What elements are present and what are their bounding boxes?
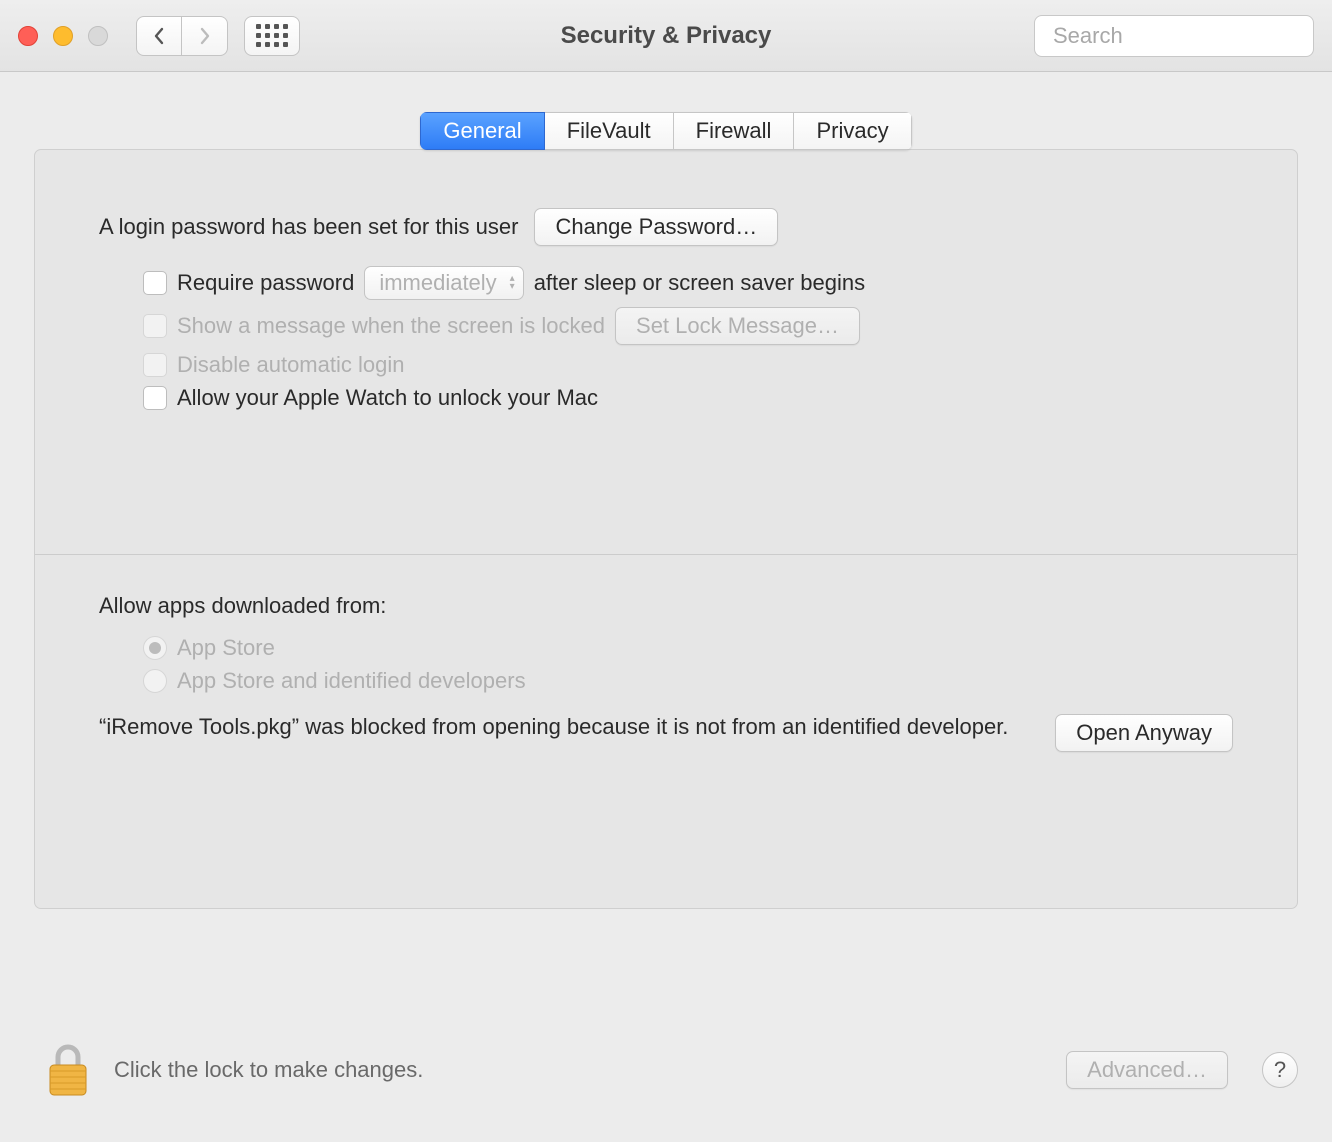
advanced-button: Advanced…	[1066, 1051, 1228, 1089]
open-anyway-button[interactable]: Open Anyway	[1055, 714, 1233, 752]
titlebar: Security & Privacy	[0, 0, 1332, 72]
general-panel: A login password has been set for this u…	[34, 149, 1298, 909]
show-all-button[interactable]	[244, 16, 300, 56]
search-field[interactable]	[1034, 15, 1314, 57]
chevron-right-icon	[198, 27, 212, 45]
radio-app-store	[143, 636, 167, 660]
traffic-lights	[18, 26, 108, 46]
close-window-button[interactable]	[18, 26, 38, 46]
minimize-window-button[interactable]	[53, 26, 73, 46]
require-password-delay-value: immediately	[379, 270, 496, 295]
tab-bar: General FileVault Firewall Privacy	[34, 112, 1298, 150]
lock-hint-text: Click the lock to make changes.	[114, 1057, 1044, 1083]
help-button[interactable]: ?	[1262, 1052, 1298, 1088]
updown-chevron-icon: ▴▾	[510, 275, 515, 291]
disable-auto-login-checkbox	[143, 353, 167, 377]
require-password-delay-popup[interactable]: immediately ▴▾	[364, 266, 523, 300]
set-lock-message-button: Set Lock Message…	[615, 307, 860, 345]
blocked-app-message: “iRemove Tools.pkg” was blocked from ope…	[99, 712, 1035, 742]
require-password-label: Require password	[177, 270, 354, 296]
tab-firewall[interactable]: Firewall	[674, 112, 795, 150]
chevron-left-icon	[152, 27, 166, 45]
zoom-window-button[interactable]	[88, 26, 108, 46]
require-password-checkbox[interactable]	[143, 271, 167, 295]
radio-identified-developers	[143, 669, 167, 693]
tab-filevault[interactable]: FileVault	[545, 112, 674, 150]
allow-apps-heading: Allow apps downloaded from:	[99, 593, 1233, 619]
radio-identified-developers-label: App Store and identified developers	[177, 668, 526, 694]
search-input[interactable]	[1053, 23, 1332, 49]
tab-privacy[interactable]: Privacy	[794, 112, 911, 150]
apple-watch-unlock-label: Allow your Apple Watch to unlock your Ma…	[177, 385, 598, 411]
nav-buttons	[136, 16, 228, 56]
lock-icon[interactable]	[44, 1041, 92, 1099]
require-password-suffix: after sleep or screen saver begins	[534, 270, 865, 296]
forward-button[interactable]	[182, 16, 228, 56]
grid-icon	[256, 24, 288, 47]
login-password-set-label: A login password has been set for this u…	[99, 214, 518, 240]
show-lock-message-label: Show a message when the screen is locked	[177, 313, 605, 339]
change-password-button[interactable]: Change Password…	[534, 208, 778, 246]
tab-general[interactable]: General	[420, 112, 544, 150]
footer: Click the lock to make changes. Advanced…	[0, 1022, 1332, 1142]
show-lock-message-checkbox	[143, 314, 167, 338]
radio-app-store-label: App Store	[177, 635, 275, 661]
help-icon: ?	[1274, 1057, 1286, 1083]
back-button[interactable]	[136, 16, 182, 56]
apple-watch-unlock-checkbox[interactable]	[143, 386, 167, 410]
disable-auto-login-label: Disable automatic login	[177, 352, 404, 378]
